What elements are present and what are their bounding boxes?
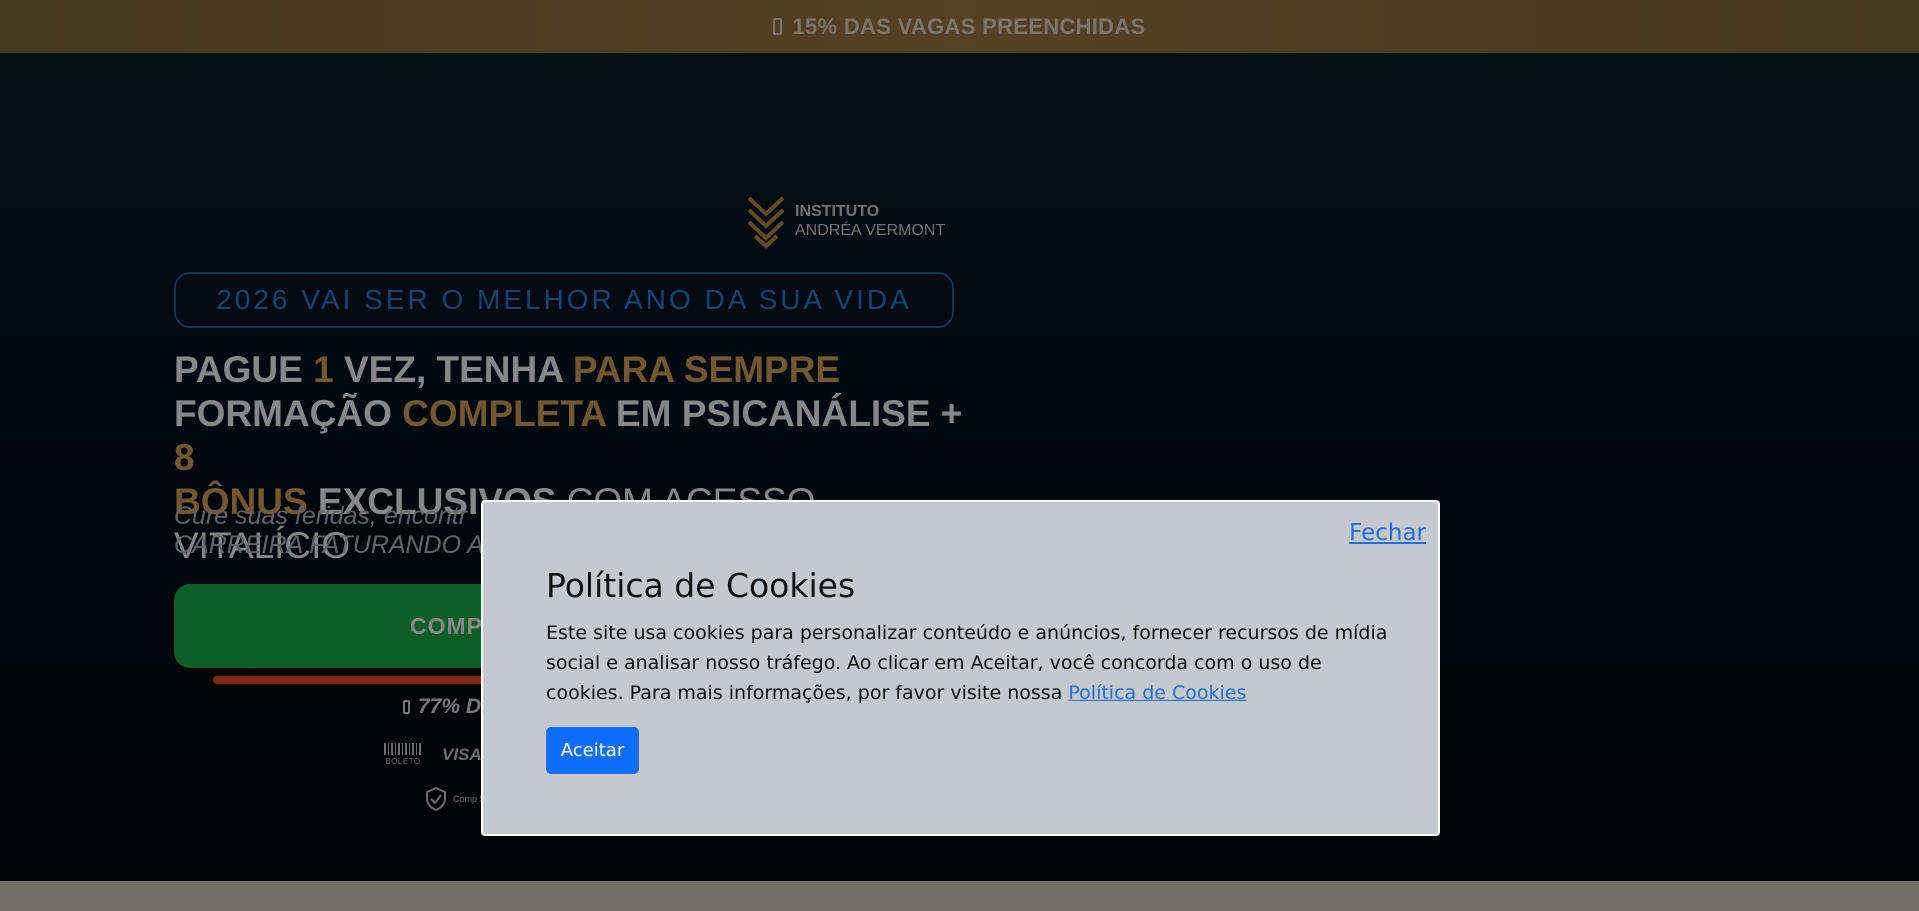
modal-body-text: Este site usa cookies para personalizar … — [546, 622, 1388, 704]
modal-title: Política de Cookies — [546, 566, 856, 605]
accept-button[interactable]: Aceitar — [546, 727, 639, 774]
modal-body: Este site usa cookies para personalizar … — [546, 618, 1396, 708]
cookie-policy-link[interactable]: Política de Cookies — [1068, 682, 1246, 704]
cookie-modal: Fechar Política de Cookies Este site usa… — [481, 500, 1440, 836]
close-link[interactable]: Fechar — [1349, 520, 1426, 546]
